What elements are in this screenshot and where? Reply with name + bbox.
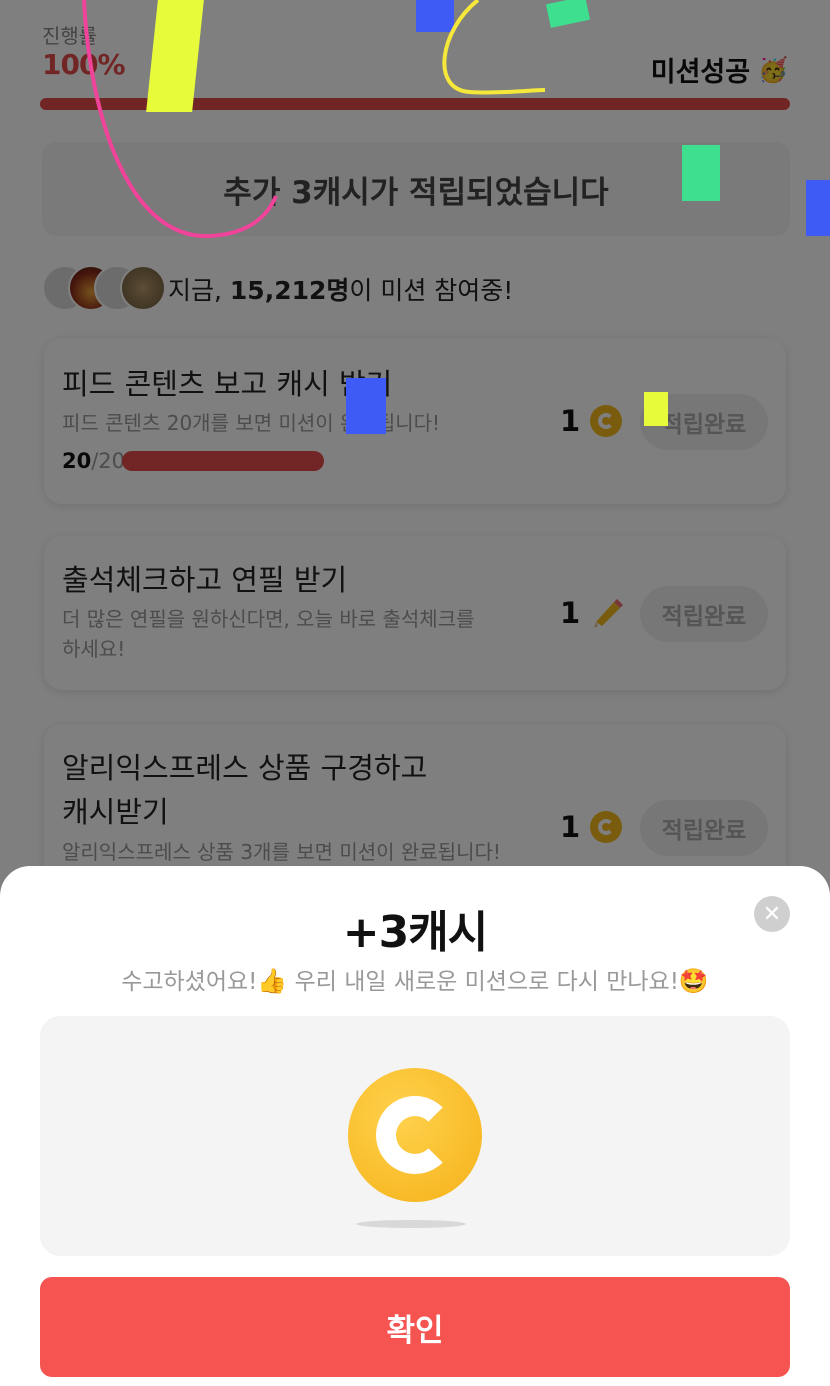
reward-title: +3캐시 xyxy=(342,907,488,958)
confetti-piece xyxy=(644,392,668,426)
confetti-streamers xyxy=(82,0,546,239)
coin-icon xyxy=(348,1068,482,1202)
reward-subtitle: 수고하셨어요!👍 우리 내일 새로운 미션으로 다시 만나요!🤩 xyxy=(121,967,709,995)
reward-bottom-sheet: +3캐시 ✕ 수고하셨어요!👍 우리 내일 새로운 미션으로 다시 만나요!🤩 … xyxy=(0,866,830,1386)
close-icon[interactable]: ✕ xyxy=(754,896,790,932)
coin-shadow xyxy=(356,1220,466,1228)
thumbs-up-icon: 👍 xyxy=(257,967,288,995)
confirm-button[interactable]: 확인 xyxy=(40,1277,790,1377)
star-struck-icon: 🤩 xyxy=(678,967,709,995)
mission-page: 진행률 100% 미션성공 🥳 추가 3캐시가 적립되었습니다 지금, 15,2… xyxy=(0,0,830,1386)
confetti-piece xyxy=(346,378,386,434)
reward-panel xyxy=(40,1016,790,1256)
